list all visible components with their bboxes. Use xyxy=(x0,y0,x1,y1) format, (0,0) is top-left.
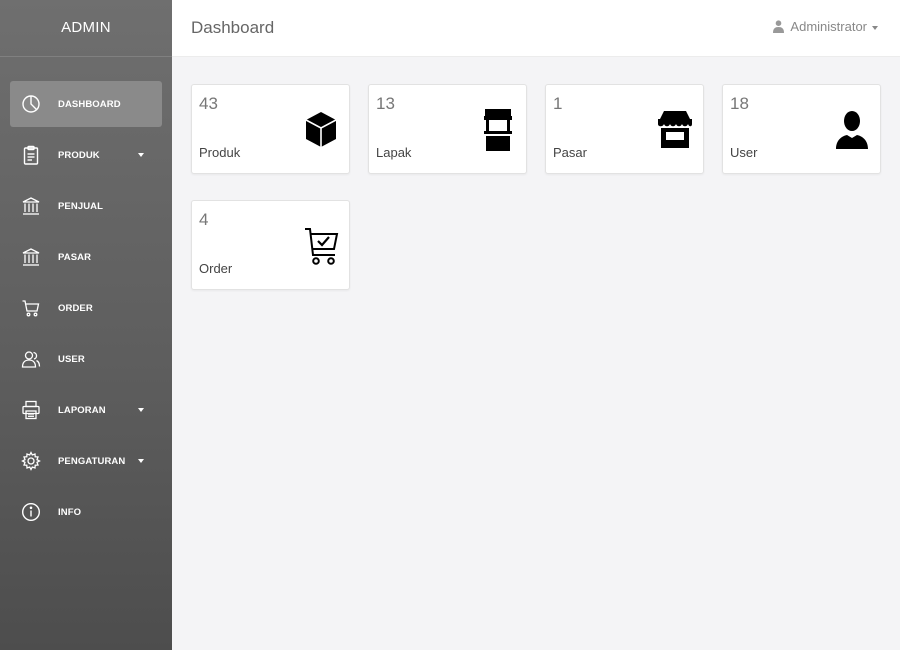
sidebar-item-label: PASAR xyxy=(58,251,92,263)
store-icon xyxy=(655,103,695,155)
sidebar-item-produk[interactable]: PRODUK xyxy=(10,132,162,178)
users-icon xyxy=(20,348,42,370)
stat-card-pasar[interactable]: 1 Pasar xyxy=(545,84,704,174)
top-header: Dashboard Administrator xyxy=(172,0,900,57)
cart-icon xyxy=(20,297,42,319)
sidebar-item-label: INFO xyxy=(58,506,82,518)
sidebar-item-laporan[interactable]: LAPORAN xyxy=(10,387,162,433)
card-label: Pasar xyxy=(553,145,587,160)
user-menu[interactable]: Administrator xyxy=(773,19,878,34)
info-icon xyxy=(20,501,42,523)
card-count: 13 xyxy=(376,94,395,113)
bank-icon xyxy=(20,246,42,268)
sidebar-item-user[interactable]: USER xyxy=(10,336,162,382)
card-label: User xyxy=(730,145,758,160)
sidebar-item-pengaturan[interactable]: PENGATURAN xyxy=(10,438,162,484)
sidebar-item-dashboard[interactable]: DASHBOARD xyxy=(10,81,162,127)
sidebar-item-info[interactable]: INFO xyxy=(10,489,162,535)
card-label: Order xyxy=(199,261,233,276)
card-count: 4 xyxy=(199,210,209,229)
card-count: 43 xyxy=(199,94,218,113)
sidebar-item-pasar[interactable]: PASAR xyxy=(10,234,162,280)
sidebar-item-order[interactable]: ORDER xyxy=(10,285,162,331)
stall-icon xyxy=(478,103,518,155)
sidebar-item-label: ORDER xyxy=(58,302,93,314)
page-title: Dashboard xyxy=(191,18,275,37)
sidebar-item-penjual[interactable]: PENJUAL xyxy=(10,183,162,229)
stat-card-user[interactable]: 18 User xyxy=(722,84,881,174)
sidebar: ADMIN DASHBOARD PRODUK PENJUAL PASAR ORD… xyxy=(0,0,172,650)
printer-icon xyxy=(20,399,42,421)
stat-card-produk[interactable]: 43 Produk xyxy=(191,84,350,174)
stat-card-lapak[interactable]: 13 Lapak xyxy=(368,84,527,174)
sidebar-item-label: PRODUK xyxy=(58,149,100,161)
sidebar-item-label: PENGATURAN xyxy=(58,455,126,467)
gear-icon xyxy=(20,450,42,472)
sidebar-item-label: DASHBOARD xyxy=(58,98,121,110)
cart-check-icon xyxy=(301,219,341,271)
sidebar-item-label: USER xyxy=(58,353,85,365)
sidebar-item-label: LAPORAN xyxy=(58,404,106,416)
chevron-down-icon xyxy=(138,459,144,463)
user-icon xyxy=(832,103,872,155)
sidebar-item-label: PENJUAL xyxy=(58,200,104,212)
card-label: Lapak xyxy=(376,145,412,160)
chevron-down-icon xyxy=(138,153,144,157)
sidebar-menu: DASHBOARD PRODUK PENJUAL PASAR ORDER USE… xyxy=(0,57,172,535)
user-name: Administrator xyxy=(790,19,867,34)
card-count: 18 xyxy=(730,94,749,113)
card-label: Produk xyxy=(199,145,241,160)
user-icon xyxy=(773,20,785,33)
card-count: 1 xyxy=(553,94,563,113)
box-icon xyxy=(301,103,341,155)
chevron-down-icon xyxy=(872,25,878,30)
bank-icon xyxy=(20,195,42,217)
stat-card-order[interactable]: 4 Order xyxy=(191,200,350,290)
brand-title[interactable]: ADMIN xyxy=(0,0,172,57)
chevron-down-icon xyxy=(138,408,144,412)
clipboard-icon xyxy=(20,144,42,166)
dashboard-pie-icon xyxy=(20,93,42,115)
